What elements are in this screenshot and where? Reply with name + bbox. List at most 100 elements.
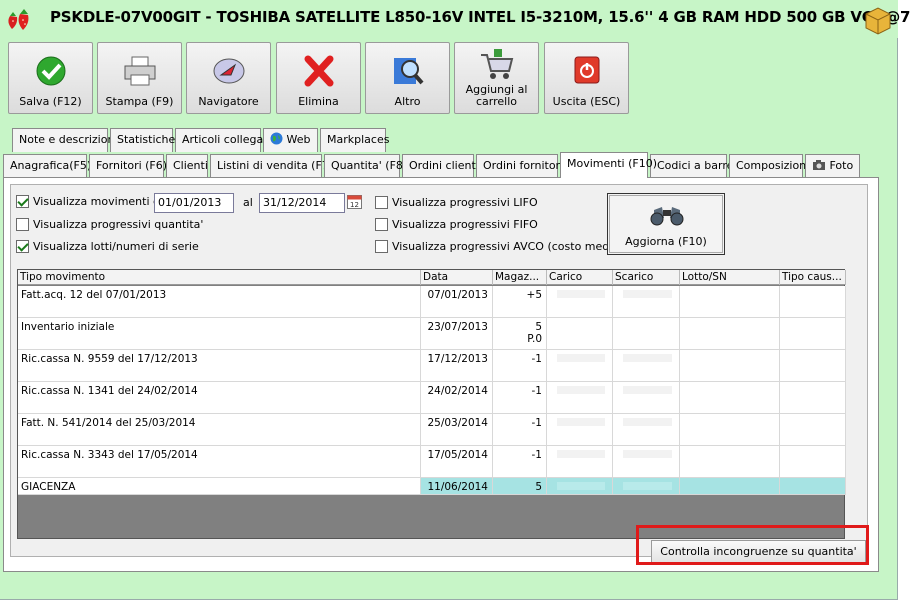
movements-grid[interactable]: Tipo movimento Data Magaz... Carico Scar…: [17, 269, 846, 539]
binoculars-icon: [650, 207, 684, 226]
tab-notes[interactable]: Note e descrizioni: [12, 128, 118, 152]
fifo-checkbox[interactable]: Visualizza progressivi FIFO: [375, 218, 538, 231]
print-label: Stampa (F9): [105, 95, 174, 108]
cell-text: 23/07/2013: [427, 321, 488, 333]
cell-text: Fatt. N. 541/2014 del 25/03/2014: [21, 417, 196, 429]
power-icon: [574, 56, 600, 84]
redacted-value: [623, 354, 672, 362]
tab-linked-articles[interactable]: Articoli collegati: [175, 128, 271, 152]
progressive-qty-label: Visualizza progressivi quantita': [33, 218, 204, 231]
exit-button[interactable]: Uscita (ESC): [544, 42, 629, 114]
lifo-checkbox[interactable]: Visualizza progressivi LIFO: [375, 196, 538, 209]
cell-text: 25/03/2014: [427, 417, 488, 429]
exit-label: Uscita (ESC): [552, 95, 621, 108]
table-cell: [780, 382, 846, 414]
tab-label: Listini di vendita (F7): [217, 159, 334, 172]
column-header[interactable]: Carico: [547, 270, 613, 285]
navigator-button[interactable]: Navigatore: [186, 42, 271, 114]
tab-anagrafica[interactable]: Anagrafica(F5): [3, 154, 91, 178]
cell-text: 17/05/2014: [427, 449, 488, 461]
checkbox-box[interactable]: [16, 218, 29, 231]
table-cell: 17/05/2014: [421, 446, 493, 478]
refresh-button[interactable]: Aggiorna (F10): [607, 193, 725, 255]
tab-price-lists[interactable]: Listini di vendita (F7): [210, 154, 333, 178]
delete-button[interactable]: Elimina: [276, 42, 361, 114]
redacted-value: [557, 386, 605, 394]
table-cell: Ric.cassa N. 9559 del 17/12/2013: [18, 350, 421, 382]
tab-photo[interactable]: Foto: [805, 154, 860, 178]
column-header[interactable]: Data: [421, 270, 493, 285]
table-cell: [613, 350, 680, 382]
add-to-cart-label: Aggiungi al carrello: [465, 83, 528, 108]
checkbox-box[interactable]: [375, 240, 388, 253]
table-cell: -1: [493, 382, 547, 414]
svg-text:12: 12: [350, 201, 359, 209]
table-cell: [613, 286, 680, 318]
tab-movements[interactable]: Movimenti (F10): [560, 152, 657, 178]
table-cell: [780, 478, 846, 495]
date-to-field[interactable]: 31/12/2014: [259, 193, 345, 213]
table-cell: [680, 350, 780, 382]
checkbox-box[interactable]: [16, 240, 29, 253]
tab-customers[interactable]: Clienti: [166, 154, 208, 178]
tab-barcodes[interactable]: Codici a barre: [650, 154, 733, 178]
article-window: PSKDLE-07V00GIT - TOSHIBA SATELLITE L850…: [0, 0, 910, 600]
lots-checkbox[interactable]: Visualizza lotti/numeri di serie: [16, 240, 199, 253]
table-cell: Ric.cassa N. 1341 del 24/02/2014: [18, 382, 421, 414]
column-header[interactable]: Scarico: [613, 270, 680, 285]
table-row[interactable]: Fatt.acq. 12 del 07/01/2013 07/01/2013 +5: [18, 286, 846, 318]
table-cell: [780, 414, 846, 446]
tab-web[interactable]: Web: [263, 128, 318, 152]
compass-icon: [213, 58, 245, 84]
column-header[interactable]: Tipo movimento: [18, 270, 421, 285]
add-to-cart-button[interactable]: Aggiungi al carrello: [454, 42, 539, 114]
checkbox-box[interactable]: [375, 218, 388, 231]
table-cell: [680, 414, 780, 446]
table-row[interactable]: GIACENZA 11/06/2014 5: [18, 478, 846, 495]
more-button[interactable]: Altro: [365, 42, 450, 114]
movements-panel: Visualizza movimenti dal 01/01/2013 al 3…: [3, 177, 879, 572]
table-row[interactable]: Ric.cassa N. 3343 del 17/05/2014 17/05/20…: [18, 446, 846, 478]
table-row[interactable]: Ric.cassa N. 1341 del 24/02/2014 24/02/20…: [18, 382, 846, 414]
date-from-field[interactable]: 01/01/2013: [154, 193, 234, 213]
tab-marketplaces[interactable]: Markplaces: [320, 128, 389, 152]
tab-statistics[interactable]: Statistiche: [110, 128, 175, 152]
table-cell: 07/01/2013: [421, 286, 493, 318]
table-cell: [613, 478, 680, 495]
movements-content: Visualizza movimenti dal 01/01/2013 al 3…: [10, 184, 868, 564]
tab-label: Clienti: [173, 159, 208, 172]
tab-compositions[interactable]: Composizioni: [729, 154, 809, 178]
table-row[interactable]: Fatt. N. 541/2014 del 25/03/2014 25/03/20…: [18, 414, 846, 446]
column-header[interactable]: Lotto/SN: [680, 270, 780, 285]
lifo-label: Visualizza progressivi LIFO: [392, 196, 538, 209]
tab-customer-orders[interactable]: Ordini clienti: [402, 154, 479, 178]
avco-checkbox[interactable]: Visualizza progressivi AVCO (costo medio…: [375, 240, 623, 253]
globe-icon: [270, 132, 283, 145]
show-movements-checkbox[interactable]: Visualizza movimenti dal: [16, 195, 170, 208]
tab-label: Note e descrizioni: [19, 133, 118, 146]
navigator-label: Navigatore: [198, 95, 259, 108]
checkbox-box[interactable]: [16, 195, 29, 208]
column-header[interactable]: Tipo caus...: [780, 270, 846, 285]
table-cell: [780, 446, 846, 478]
checkbox-box[interactable]: [375, 196, 388, 209]
redacted-value: [557, 418, 605, 426]
column-header[interactable]: Magaz...: [493, 270, 547, 285]
table-cell: [547, 350, 613, 382]
table-cell: 11/06/2014: [421, 478, 493, 495]
cell-text: 11/06/2014: [427, 481, 488, 493]
tab-supplier-orders[interactable]: Ordini fornitori: [476, 154, 563, 178]
table-row[interactable]: Ric.cassa N. 9559 del 17/12/2013 17/12/20…: [18, 350, 846, 382]
tab-suppliers[interactable]: Fornitori (F6): [89, 154, 167, 178]
save-button[interactable]: Salva (F12): [8, 42, 93, 114]
redacted-value: [623, 290, 672, 298]
progressive-qty-checkbox[interactable]: Visualizza progressivi quantita': [16, 218, 203, 231]
cell-text: 5: [535, 321, 542, 333]
calendar-icon[interactable]: 12: [347, 194, 362, 209]
tab-quantity[interactable]: Quantita' (F8): [324, 154, 407, 178]
table-cell: 17/12/2013: [421, 350, 493, 382]
table-row[interactable]: Inventario iniziale 23/07/2013 5 P.0: [18, 318, 846, 350]
print-button[interactable]: Stampa (F9): [97, 42, 182, 114]
table-cell: [780, 318, 846, 350]
magnifier-icon: [394, 58, 424, 85]
